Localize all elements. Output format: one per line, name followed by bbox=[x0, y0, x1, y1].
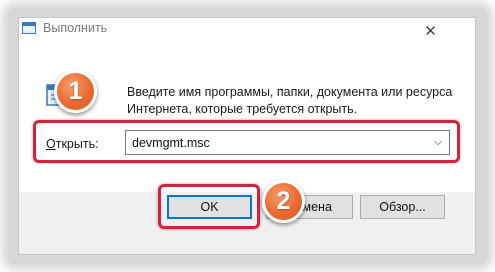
close-icon[interactable]: ✕ bbox=[423, 24, 438, 39]
step-1-badge: 1 bbox=[54, 70, 97, 113]
browse-button[interactable]: Обзор... bbox=[360, 195, 445, 219]
step-2-badge: 2 bbox=[262, 180, 305, 223]
instructions-text: Введите имя программы, папки, документа … bbox=[127, 85, 453, 116]
run-app-icon bbox=[22, 22, 36, 34]
window-title: Выполнить bbox=[43, 21, 108, 35]
highlight-open-field bbox=[33, 120, 460, 163]
highlight-ok-button bbox=[158, 184, 260, 229]
